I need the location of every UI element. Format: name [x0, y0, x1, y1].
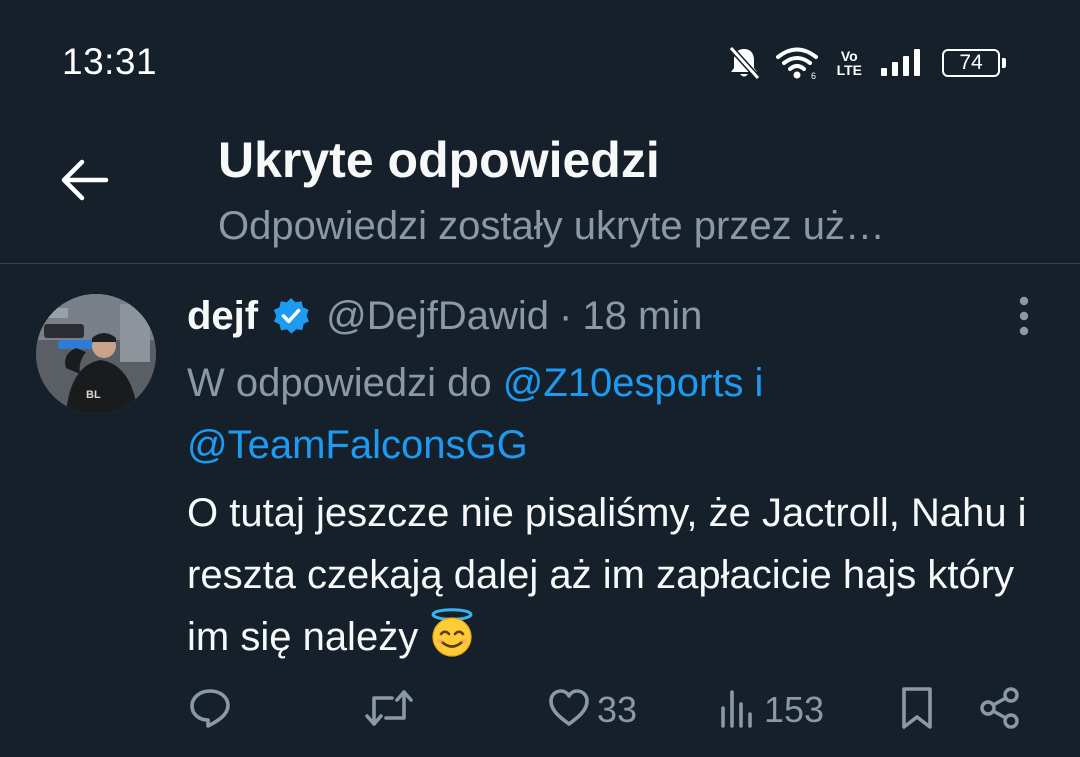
volte-top-label: Vo — [840, 48, 858, 64]
share-icon — [978, 686, 1022, 735]
mention-link[interactable]: @Z10esports — [503, 361, 744, 405]
page-subtitle: Odpowiedzi zostały ukryte przez uż… — [218, 204, 885, 248]
reply-button[interactable] — [188, 682, 232, 738]
more-vertical-icon — [1018, 296, 1030, 341]
arrow-left-icon — [58, 158, 110, 207]
tweet-text: O tutaj jeszcze nie pisaliśmy, że Jactro… — [187, 482, 1037, 676]
tweet-header: dejf @DejfDawid · 18 min — [187, 288, 702, 344]
status-icons: 6 Vo LTE 74 — [727, 42, 1006, 84]
status-bar: 13:31 6 Vo LTE 74 — [0, 0, 1080, 120]
like-count: 33 — [597, 689, 638, 730]
reply-icon — [188, 686, 232, 735]
tweet[interactable]: BL dejf @DejfDawid · 18 min W odpowiedzi… — [0, 264, 1080, 757]
verified-badge-icon — [272, 297, 310, 335]
share-button[interactable] — [978, 682, 1022, 738]
page-title: Ukryte odpowiedzi — [218, 132, 660, 188]
views-icon — [718, 686, 758, 735]
like-button[interactable]: 33 — [547, 682, 637, 738]
time-separator: · — [559, 293, 573, 338]
views-button[interactable]: 153 — [718, 682, 824, 738]
heart-icon — [547, 686, 591, 735]
views-count: 153 — [764, 689, 825, 730]
wifi-icon: 6 — [775, 46, 819, 80]
reply-prefix: W odpowiedzi do — [187, 361, 503, 405]
bookmark-icon — [896, 685, 938, 736]
svg-text:BL: BL — [86, 389, 101, 401]
svg-text:6: 6 — [811, 71, 816, 80]
back-button[interactable] — [52, 150, 116, 214]
avatar[interactable]: BL — [36, 294, 156, 414]
bookmark-button[interactable] — [896, 682, 938, 738]
display-name[interactable]: dejf — [187, 294, 258, 339]
tweet-timestamp[interactable]: 18 min — [582, 294, 702, 339]
smiling-face-with-halo-icon — [428, 608, 476, 676]
mention-link[interactable]: @TeamFalconsGG — [187, 423, 528, 467]
page-header: Ukryte odpowiedzi Odpowiedzi zostały ukr… — [0, 120, 1080, 264]
more-options-button[interactable] — [1012, 296, 1036, 340]
reply-context: W odpowiedzi do @Z10esports i @TeamFalco… — [187, 352, 887, 476]
volte-icon: Vo LTE — [837, 49, 862, 77]
volte-bottom-label: LTE — [836, 62, 862, 78]
retweet-button[interactable] — [364, 682, 414, 738]
battery-icon: 74 — [942, 49, 1006, 77]
retweet-icon — [364, 686, 414, 735]
tweet-body: O tutaj jeszcze nie pisaliśmy, że Jactro… — [187, 491, 1027, 659]
action-bar: 33 153 — [0, 682, 1080, 738]
status-time: 13:31 — [62, 41, 158, 82]
battery-level: 74 — [959, 51, 983, 74]
bell-off-icon — [727, 45, 761, 81]
user-handle[interactable]: @DejfDawid — [326, 294, 549, 339]
reply-conjunction: i — [743, 361, 764, 405]
signal-icon — [880, 48, 924, 78]
